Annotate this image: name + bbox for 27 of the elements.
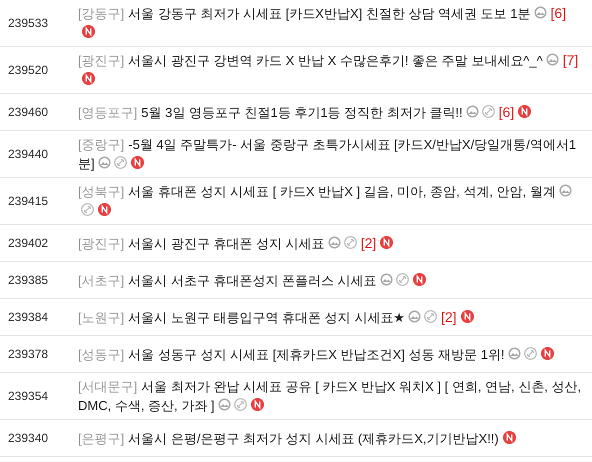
comment-count[interactable]: [2] xyxy=(360,234,376,250)
post-number: 239378 xyxy=(7,347,50,361)
post-number: 239440 xyxy=(7,147,50,161)
comment-count[interactable]: [6] xyxy=(550,5,566,21)
post-number: 239520 xyxy=(7,63,50,77)
post-title[interactable]: [노원구] 서울시 노원구 태릉입구역 휴대폰 성지 시세표★ [2] xyxy=(78,308,583,326)
post-number: 239340 xyxy=(7,431,50,445)
post-title[interactable]: [은평구] 서울시 은평/은평구 최저가 성지 시세표 (제휴카드X,기기반납X!!) xyxy=(78,428,583,448)
post-title[interactable]: [광진구] 서울시 광진구 휴대폰 성지 시세표 [2] xyxy=(78,234,583,252)
post-title[interactable]: [서초구] 서울시 서초구 휴대폰성지 폰플러스 시세표 xyxy=(78,270,583,290)
post-number: 239385 xyxy=(7,273,50,287)
post-title[interactable]: [강동구] 서울 강동구 최저가 시세표 [카드X반납X] 친절한 상담 역세권 도보 1분 [6] xyxy=(78,4,583,42)
post-number: 239415 xyxy=(7,194,50,208)
post-title[interactable]: [영등포구] 5월 3일 영등포구 친절1등 후기1등 정직한 최저가 클릭!! [6] xyxy=(78,102,583,122)
post-title[interactable]: [중랑구] -5월 4일 주말특가- 서울 중랑구 초특가시세표 [카드X/반납X/당일개통/역에서1분] xyxy=(78,135,583,173)
comment-count[interactable]: [7] xyxy=(562,52,578,68)
comment-count[interactable]: [2] xyxy=(440,308,457,324)
post-title[interactable]: [성북구] 서울 휴대폰 성지 시세표 [ 카드X 반납X ] 길음, 미아, 종암, 석계, 안암, 월계 xyxy=(78,182,583,220)
comment-count[interactable]: [6] xyxy=(498,104,514,120)
post-title[interactable]: [광진구] 서울시 광진구 강변역 카드 X 반납 X 수많은후기! 좋은 주말 보내세요^_^ [7] xyxy=(78,51,583,89)
post-number: 239402 xyxy=(7,236,50,250)
post-number: 239384 xyxy=(7,310,50,324)
post-number: 239354 xyxy=(7,389,50,403)
post-number: 239533 xyxy=(7,16,50,30)
post-title[interactable]: [서대문구] 서울 최저가 완납 시세표 공유 [ 카드X 반납X 워치X ] [ 연희, 연남, 신촌, 성산, DMC, 수색, 증산, 가좌 ] xyxy=(78,377,583,415)
post-number: 239460 xyxy=(7,105,50,119)
post-title[interactable]: [성동구] 서울 성동구 성지 시세표 [제휴카드X 반납조건X] 성동 재방문 1위! xyxy=(78,344,583,364)
